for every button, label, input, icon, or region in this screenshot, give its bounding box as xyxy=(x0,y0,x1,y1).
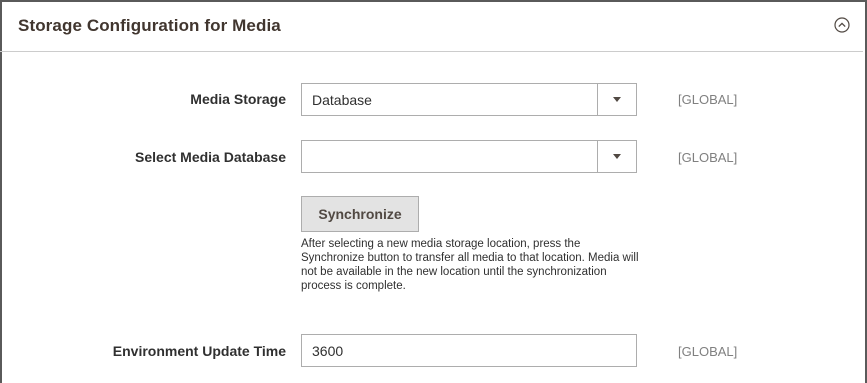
config-panel xyxy=(0,0,867,383)
media-storage-select[interactable]: Database xyxy=(301,83,637,116)
media-database-dropdown-toggle[interactable] xyxy=(597,141,636,172)
caret-down-icon xyxy=(613,154,621,159)
environment-update-time-label: Environment Update Time xyxy=(112,343,286,359)
chevron-up-circle-icon[interactable] xyxy=(834,17,850,33)
environment-update-time-scope: [GLOBAL] xyxy=(678,344,738,359)
synchronize-note: After selecting a new media storage loca… xyxy=(301,238,639,292)
media-database-label: Select Media Database xyxy=(135,149,286,165)
synchronize-button[interactable]: Synchronize xyxy=(301,196,419,232)
media-database-scope: [GLOBAL] xyxy=(678,150,738,165)
media-storage-scope: [GLOBAL] xyxy=(678,92,738,107)
media-database-select[interactable] xyxy=(301,140,637,173)
caret-down-icon xyxy=(613,97,621,102)
media-storage-selected-value: Database xyxy=(312,92,372,108)
section-title: Storage Configuration for Media xyxy=(18,16,281,35)
section-header[interactable]: Storage Configuration for Media xyxy=(0,0,863,52)
media-storage-dropdown-toggle[interactable] xyxy=(597,84,636,115)
environment-update-time-input[interactable] xyxy=(301,334,637,367)
media-storage-label: Media Storage xyxy=(190,91,286,107)
